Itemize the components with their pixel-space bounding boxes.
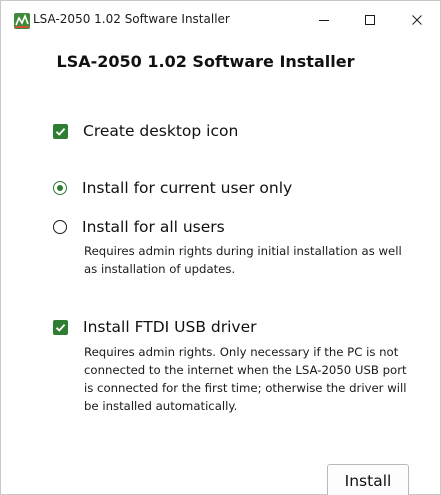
ftdi-driver-option[interactable]: Install FTDI USB driver (53, 318, 256, 336)
all-users-description: Requires admin rights during initial ins… (84, 244, 402, 276)
current-user-option[interactable]: Install for current user only (53, 179, 292, 197)
radio-selected-dot (57, 185, 63, 191)
ftdi-driver-label: Install FTDI USB driver (83, 318, 257, 336)
installer-window: LSA-2050 1.02 Software Installer LSA-205… (0, 0, 441, 495)
ftdi-driver-description: Requires admin rights. Only necessary if… (84, 345, 407, 413)
minimize-icon (319, 20, 329, 21)
close-icon (412, 15, 422, 25)
all-users-radio[interactable] (53, 220, 67, 234)
checkmark-icon (55, 127, 66, 136)
maximize-button[interactable] (347, 1, 393, 39)
maximize-icon (365, 15, 375, 25)
current-user-label: Install for current user only (82, 179, 293, 197)
desktop-icon-label: Create desktop icon (83, 122, 239, 140)
all-users-option[interactable]: Install for all users (53, 218, 225, 236)
desktop-icon-option[interactable]: Create desktop icon (53, 122, 238, 140)
app-installer-icon (14, 13, 30, 29)
close-button[interactable] (394, 1, 440, 39)
checkmark-icon (55, 323, 66, 332)
page-title: LSA-2050 1.02 Software Installer (56, 52, 355, 71)
ftdi-driver-checkbox[interactable] (53, 319, 68, 335)
window-title: LSA-2050 1.02 Software Installer (33, 12, 230, 26)
desktop-icon-checkbox[interactable] (53, 123, 68, 139)
current-user-radio[interactable] (53, 181, 67, 195)
install-button[interactable]: Install (327, 464, 409, 495)
minimize-button[interactable] (301, 1, 347, 39)
all-users-label: Install for all users (82, 218, 225, 236)
title-bar[interactable]: LSA-2050 1.02 Software Installer (1, 1, 440, 39)
